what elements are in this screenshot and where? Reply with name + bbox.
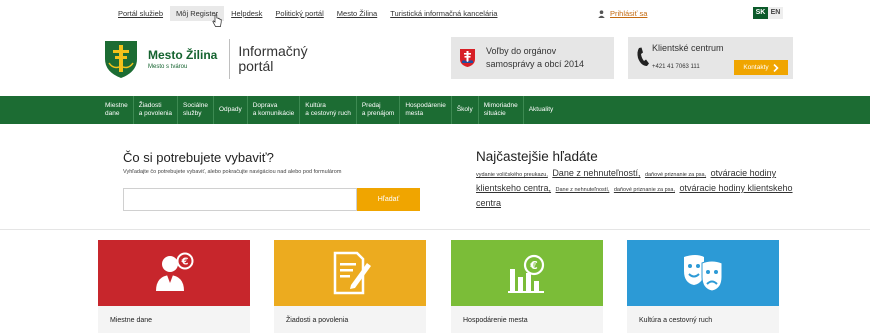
login[interactable]: Prihlásiť sa bbox=[598, 9, 647, 18]
tile-kultura-image bbox=[627, 240, 779, 306]
election-line1: Voľby do orgánov bbox=[486, 46, 557, 56]
chevron-right-icon bbox=[773, 63, 779, 72]
search-subtitle: Vyhľadajte čo potrebujete vybaviť, alebo… bbox=[123, 169, 342, 175]
lang-en[interactable]: EN bbox=[768, 7, 783, 19]
link-mesto-zilina[interactable]: Mesto Žilina bbox=[337, 9, 377, 21]
most-searched-link[interactable]: Dane z nehnuteľností, bbox=[552, 168, 640, 178]
tile-kultura[interactable]: Kultúra a cestovný ruch bbox=[627, 240, 779, 333]
tile-label: Kultúra a cestovný ruch bbox=[627, 306, 779, 333]
tax-person-icon: € bbox=[156, 252, 194, 291]
tile-label: Miestne dane bbox=[98, 306, 250, 333]
nav-item[interactable]: Žiadosti a povolenia bbox=[134, 96, 179, 124]
brand-divider bbox=[229, 39, 231, 79]
top-links: Portál služieb Môj Register Helpdesk Pol… bbox=[118, 6, 510, 21]
link-politicky-portal[interactable]: Politický portál bbox=[275, 9, 323, 21]
most-searched-link[interactable]: daňové priznanie za psa, bbox=[614, 187, 675, 193]
election-line2: samosprávy a obcí 2014 bbox=[486, 59, 585, 69]
portal-title: Informačný portál bbox=[238, 44, 307, 74]
client-centre-title: Klientské centrum bbox=[652, 43, 724, 53]
tile-hospodarenie-image: € bbox=[451, 240, 603, 306]
link-portal-sluzieb[interactable]: Portál služieb bbox=[118, 9, 163, 21]
main-navigation: Miestne dane Žiadosti a povolenia Sociálne… bbox=[0, 96, 870, 124]
mouse-hand-cursor-icon bbox=[212, 14, 222, 27]
tile-miestne-dane[interactable]: € Miestne dane bbox=[98, 240, 250, 333]
theater-masks-icon bbox=[684, 255, 723, 292]
most-searched-links: vydanie voličského preukazu, Dane z nehn… bbox=[476, 166, 796, 209]
brand-name: Mesto Žilina bbox=[148, 48, 218, 62]
main-nav-items: Miestne dane Žiadosti a povolenia Sociálne… bbox=[100, 96, 558, 124]
tile-ziadosti[interactable]: Žiadosti a povolenia bbox=[274, 240, 426, 333]
phone-icon bbox=[637, 47, 649, 66]
tile-hospodarenie[interactable]: € Hospodárenie mesta bbox=[451, 240, 603, 333]
top-utility-bar: Portál služieb Môj Register Helpdesk Pol… bbox=[0, 0, 870, 30]
nav-item[interactable]: Kultúra a cestovný ruch bbox=[300, 96, 357, 124]
portal-title-line2: portál bbox=[238, 58, 274, 74]
election-banner[interactable]: Voľby do orgánov samosprávy a obcí 2014 bbox=[451, 37, 614, 79]
most-searched-link[interactable]: daňové priznanie za psa, bbox=[645, 172, 706, 178]
tile-label: Žiadosti a povolenia bbox=[274, 306, 426, 333]
portal-title-line1: Informačný bbox=[238, 43, 308, 59]
section-divider bbox=[0, 229, 870, 230]
search-button[interactable]: Hľadať bbox=[357, 188, 420, 211]
finance-chart-icon: € bbox=[508, 254, 545, 293]
tile-label: Hospodárenie mesta bbox=[451, 306, 603, 333]
most-searched-link[interactable]: vydanie voličského preukazu, bbox=[476, 172, 548, 178]
nav-item[interactable]: Odpady bbox=[214, 96, 248, 124]
slovak-coat-of-arms-icon bbox=[460, 49, 475, 67]
contacts-button[interactable]: Kontakty bbox=[734, 60, 788, 75]
nav-item[interactable]: Školy bbox=[452, 96, 479, 124]
nav-item[interactable]: Doprava a komunikácie bbox=[248, 96, 301, 124]
nav-item[interactable]: Mimoriadne situácie bbox=[479, 96, 524, 124]
brand-logo[interactable]: Mesto Žilina Mesto s tvárou Informačný p… bbox=[103, 38, 308, 80]
svg-text:€: € bbox=[529, 259, 538, 272]
lang-sk[interactable]: SK bbox=[753, 7, 768, 19]
nav-item[interactable]: Predaj a prenájom bbox=[357, 96, 401, 124]
most-searched-title: Najčastejšie hľadáte bbox=[476, 149, 598, 164]
language-switcher: SK EN bbox=[753, 7, 783, 19]
nav-item[interactable]: Aktuality bbox=[524, 96, 559, 124]
search-input[interactable] bbox=[123, 188, 357, 211]
contacts-button-label: Kontakty bbox=[743, 64, 769, 71]
brand-tagline: Mesto s tvárou bbox=[148, 64, 188, 70]
link-helpdesk[interactable]: Helpdesk bbox=[231, 9, 262, 21]
nav-item[interactable]: Sociálne služby bbox=[178, 96, 214, 124]
search-title: Čo si potrebujete vybaviť? bbox=[123, 150, 274, 165]
client-centre-phone: +421 41 7063 111 bbox=[652, 64, 700, 70]
zilina-crest-icon bbox=[105, 41, 137, 78]
nav-item[interactable]: Hospodárenie mesta bbox=[400, 96, 452, 124]
user-icon bbox=[598, 9, 605, 18]
nav-item[interactable]: Miestne dane bbox=[100, 96, 134, 124]
client-centre-box: Klientské centrum +421 41 7063 111 Konta… bbox=[628, 37, 793, 79]
tile-ziadosti-image bbox=[274, 240, 426, 306]
most-searched-link[interactable]: Dane z nehnuteľností, bbox=[556, 187, 610, 193]
document-pen-icon bbox=[333, 251, 371, 295]
tile-miestne-dane-image: € bbox=[98, 240, 250, 306]
link-turisticka-kancelaria[interactable]: Turistická informačná kancelária bbox=[390, 9, 497, 21]
login-link[interactable]: Prihlásiť sa bbox=[610, 9, 647, 18]
svg-text:€: € bbox=[181, 257, 189, 268]
